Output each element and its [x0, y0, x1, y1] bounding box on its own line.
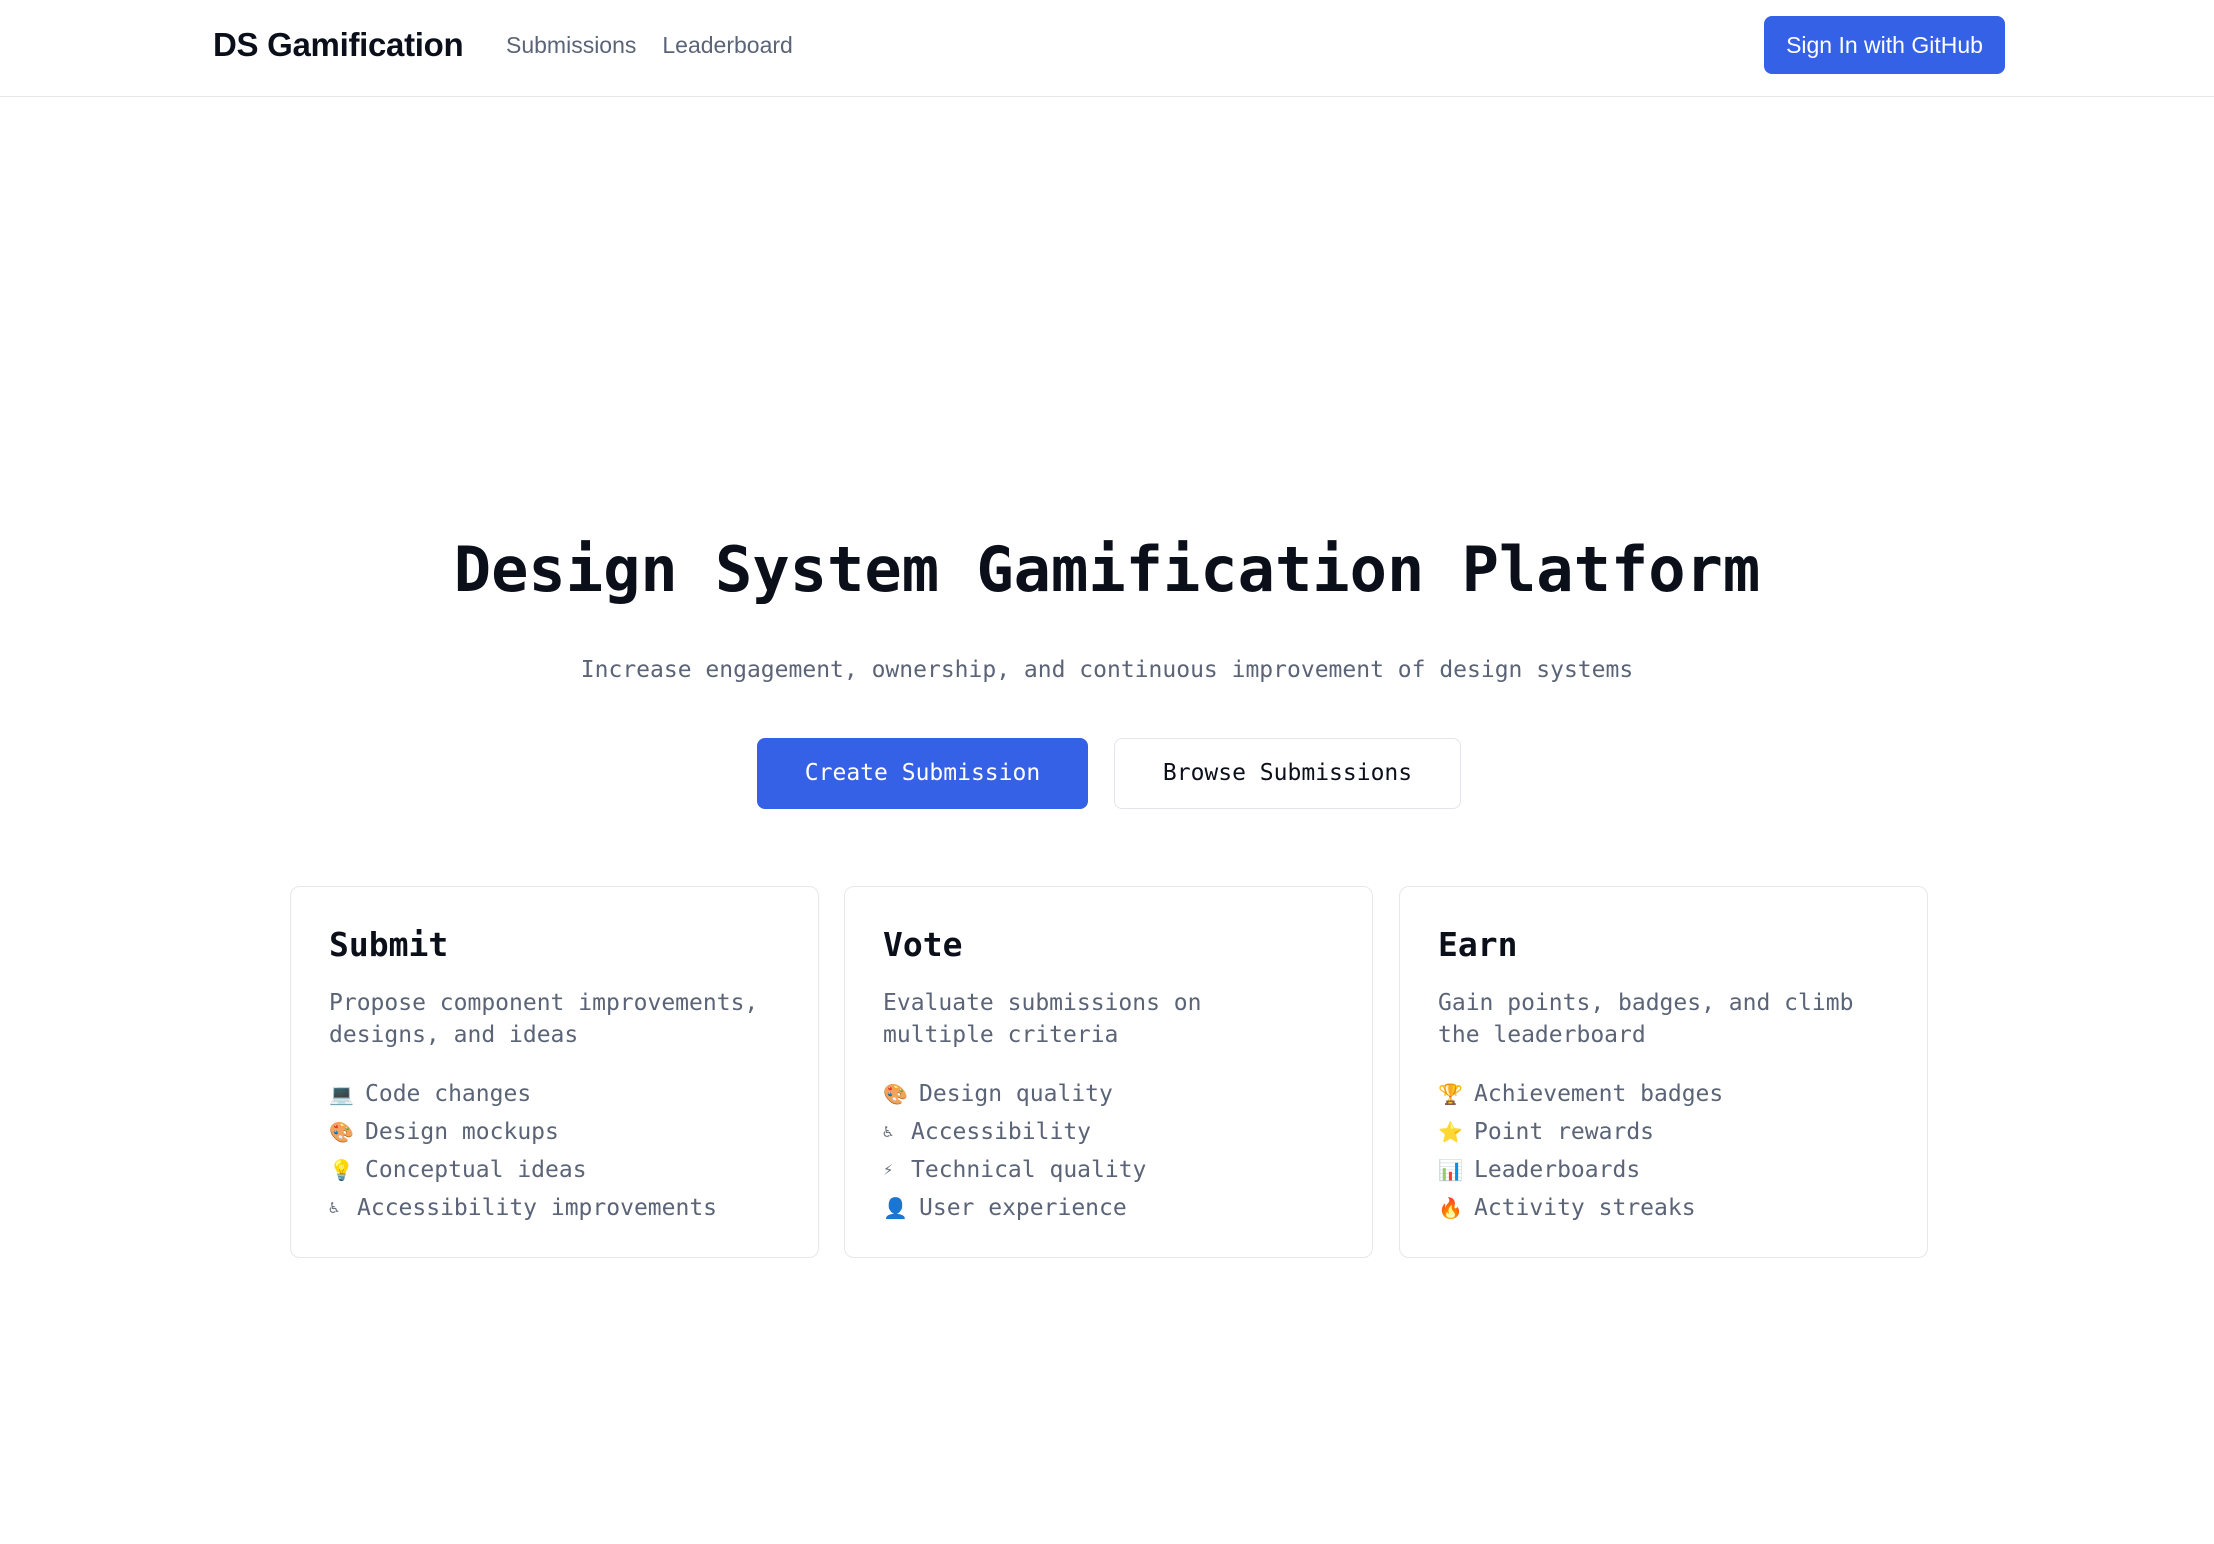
- fire-icon: 🔥: [1438, 1196, 1463, 1220]
- user-icon: 👤: [883, 1196, 908, 1220]
- feature-label: Point rewards: [1474, 1119, 1655, 1145]
- feature-label: Design quality: [919, 1081, 1113, 1107]
- list-item: 💡 Conceptual ideas: [329, 1151, 780, 1189]
- card-title: Earn: [1438, 925, 1518, 964]
- feature-label: Code changes: [365, 1081, 532, 1107]
- star-icon: ⭐: [1438, 1120, 1463, 1144]
- list-item: 🔥 Activity streaks: [1438, 1189, 1889, 1227]
- feature-label: User experience: [919, 1195, 1127, 1221]
- list-item: 🎨 Design quality: [883, 1075, 1334, 1113]
- feature-card-earn: Earn Gain points, badges, and climb the …: [1399, 886, 1928, 1258]
- list-item: 🏆 Achievement badges: [1438, 1075, 1889, 1113]
- feature-label: Leaderboards: [1474, 1157, 1641, 1183]
- browse-submissions-button[interactable]: Browse Submissions: [1114, 738, 1461, 809]
- feature-label: Achievement badges: [1474, 1081, 1724, 1107]
- card-description: Evaluate submissions on multiple criteri…: [883, 990, 1202, 1048]
- feature-label: Conceptual ideas: [365, 1157, 587, 1183]
- lightbulb-icon: 💡: [329, 1158, 354, 1182]
- sign-in-github-button[interactable]: Sign In with GitHub: [1764, 16, 2005, 74]
- primary-nav: Submissions Leaderboard: [506, 28, 793, 62]
- trophy-icon: 🏆: [1438, 1082, 1463, 1106]
- list-item: 💻 Code changes: [329, 1075, 780, 1113]
- hero-subtitle: Increase engagement, ownership, and cont…: [580, 657, 1634, 683]
- list-item: 📊 Leaderboards: [1438, 1151, 1889, 1189]
- feature-list: 🏆 Achievement badges ⭐ Point rewards 📊 L…: [1438, 1075, 1889, 1227]
- feature-label: Technical quality: [911, 1157, 1147, 1183]
- feature-label: Activity streaks: [1474, 1195, 1696, 1221]
- page-title: Design System Gamification Platform: [453, 533, 1761, 606]
- brand-logo-text[interactable]: DS Gamification: [213, 22, 464, 68]
- list-item: 🎨 Design mockups: [329, 1113, 780, 1151]
- feature-list: 🎨 Design quality ♿ Accessibility ⚡ Techn…: [883, 1075, 1334, 1227]
- card-title: Vote: [883, 925, 963, 964]
- feature-label: Accessibility improvements: [357, 1195, 718, 1221]
- nav-link-leaderboard[interactable]: Leaderboard: [662, 28, 792, 62]
- palette-icon: 🎨: [883, 1082, 908, 1106]
- bar-chart-icon: 📊: [1438, 1158, 1463, 1182]
- list-item: ♿ Accessibility improvements: [329, 1189, 780, 1227]
- card-description: Gain points, badges, and climb the leade…: [1438, 990, 1854, 1048]
- list-item: ⭐ Point rewards: [1438, 1113, 1889, 1151]
- feature-list: 💻 Code changes 🎨 Design mockups 💡 Concep…: [329, 1075, 780, 1227]
- accessibility-icon: ♿: [329, 1198, 340, 1218]
- palette-icon: 🎨: [329, 1120, 354, 1144]
- list-item: ⚡ Technical quality: [883, 1151, 1334, 1189]
- feature-label: Design mockups: [365, 1119, 559, 1145]
- feature-label: Accessibility: [911, 1119, 1092, 1145]
- list-item: ♿ Accessibility: [883, 1113, 1334, 1151]
- feature-card-submit: Submit Propose component improvements, d…: [290, 886, 819, 1258]
- nav-link-submissions[interactable]: Submissions: [506, 28, 636, 62]
- lightning-icon: ⚡: [883, 1160, 894, 1180]
- laptop-icon: 💻: [329, 1082, 354, 1106]
- list-item: 👤 User experience: [883, 1189, 1334, 1227]
- top-navigation-bar: DS Gamification Submissions Leaderboard …: [0, 0, 2214, 97]
- card-description: Propose component improvements, designs,…: [329, 990, 759, 1048]
- create-submission-button[interactable]: Create Submission: [757, 738, 1088, 809]
- card-title: Submit: [329, 925, 449, 964]
- feature-card-vote: Vote Evaluate submissions on multiple cr…: [844, 886, 1373, 1258]
- accessibility-icon: ♿: [883, 1122, 894, 1142]
